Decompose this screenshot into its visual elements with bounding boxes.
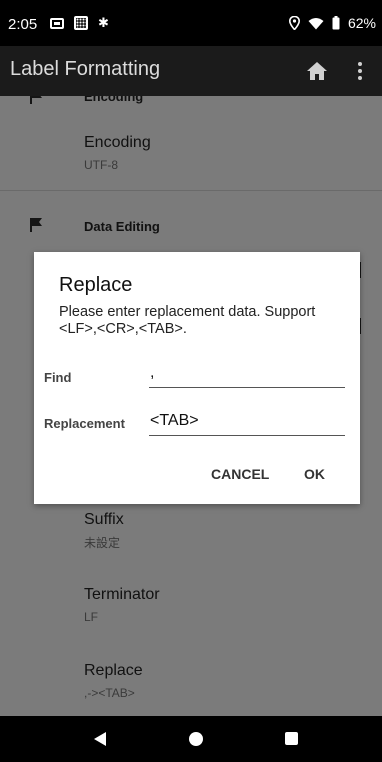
more-vert-icon bbox=[358, 62, 362, 80]
dialog-message: Please enter replacement data. Support <… bbox=[59, 304, 316, 337]
navigation-bar bbox=[0, 716, 382, 762]
replacement-label: Replacement bbox=[44, 416, 125, 431]
home-icon bbox=[307, 62, 327, 80]
suffix-title: Suffix bbox=[84, 511, 124, 528]
find-input[interactable] bbox=[149, 358, 345, 388]
more-options-button[interactable] bbox=[352, 58, 368, 84]
cast-icon bbox=[50, 17, 64, 29]
flag-icon bbox=[30, 96, 42, 104]
encoding-summary: UTF-8 bbox=[84, 158, 118, 172]
home-circle-icon[interactable] bbox=[189, 732, 203, 746]
status-bar: 2:05 ✱ 62% bbox=[0, 0, 382, 46]
status-time: 2:05 bbox=[8, 16, 38, 33]
divider bbox=[0, 190, 382, 191]
back-icon[interactable] bbox=[94, 732, 106, 746]
ok-button[interactable]: OK bbox=[304, 466, 325, 482]
page-title: Label Formatting bbox=[10, 58, 161, 80]
battery-percent: 62% bbox=[347, 15, 376, 31]
home-button[interactable] bbox=[303, 58, 331, 84]
flag-icon bbox=[30, 218, 42, 232]
category-data-editing: Data Editing bbox=[84, 219, 160, 234]
terminator-title: Terminator bbox=[84, 586, 160, 603]
replace-summary: ,-><TAB> bbox=[84, 686, 135, 700]
battery-icon bbox=[332, 16, 340, 30]
location-icon bbox=[288, 16, 300, 30]
terminator-summary: LF bbox=[84, 610, 99, 624]
replace-title: Replace bbox=[84, 662, 143, 679]
cancel-button[interactable]: CANCEL bbox=[211, 466, 269, 482]
bluetooth-icon: ✱ bbox=[98, 15, 109, 30]
recents-icon[interactable] bbox=[285, 732, 298, 745]
keyboard-icon bbox=[74, 16, 88, 30]
replace-dialog: Replace Please enter replacement data. S… bbox=[34, 252, 360, 504]
replacement-input[interactable] bbox=[149, 406, 345, 436]
dialog-title: Replace bbox=[59, 274, 133, 296]
wifi-icon bbox=[308, 17, 324, 30]
app-bar: Label Formatting bbox=[0, 46, 382, 96]
encoding-title: Encoding bbox=[84, 134, 151, 151]
suffix-summary: 未設定 bbox=[84, 536, 121, 550]
find-label: Find bbox=[44, 370, 72, 385]
category-encoding: Encoding bbox=[84, 96, 144, 104]
